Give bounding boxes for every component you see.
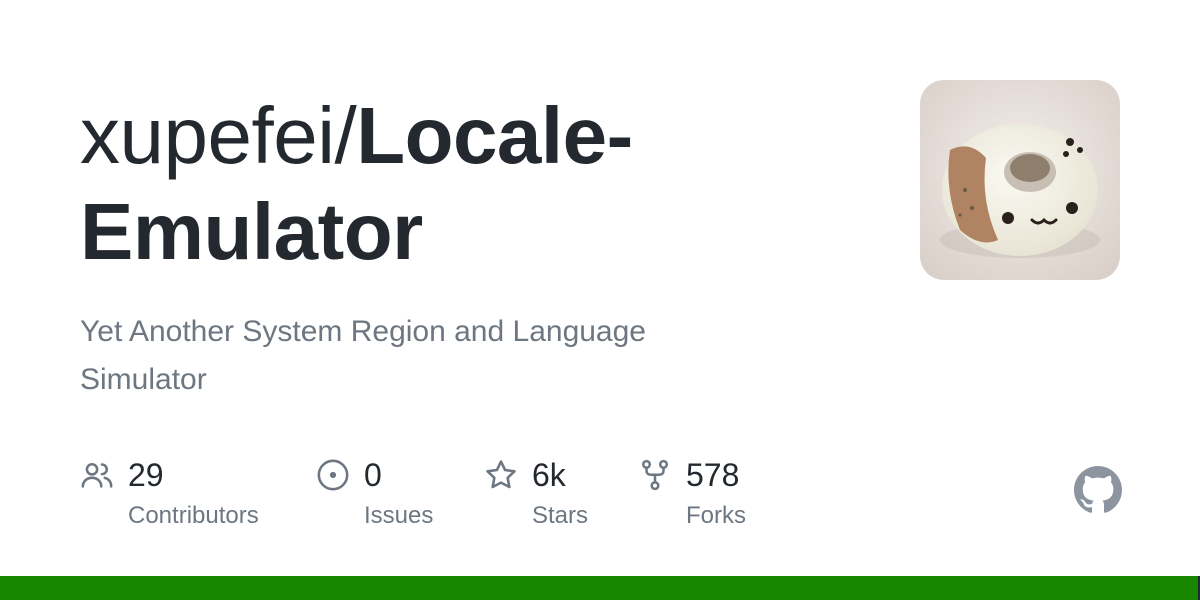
repo-forked-icon [641,459,669,491]
language-bar [0,576,1200,600]
stat-value: 29 [128,457,164,493]
stat-label: Stars [532,502,589,529]
stat-value: 0 [364,457,382,493]
stat-label: Forks [686,502,746,529]
people-icon [81,462,113,488]
language-segment [0,576,1198,600]
stat-value: 578 [686,457,740,493]
repo-owner: xupefei/ [80,91,357,180]
stat-label: Contributors [128,502,259,529]
github-logo-icon[interactable] [1074,466,1122,514]
star-icon [486,460,516,489]
cat-donut-avatar [920,80,1120,280]
issue-opened-icon [317,459,349,491]
stat-label: Issues [364,502,434,529]
repo-title: xupefei/Locale-Emulator [80,88,860,280]
repo-avatar [920,80,1120,280]
stat-value: 6k [532,457,566,493]
repo-description: Yet Another System Region and Language S… [80,315,646,396]
